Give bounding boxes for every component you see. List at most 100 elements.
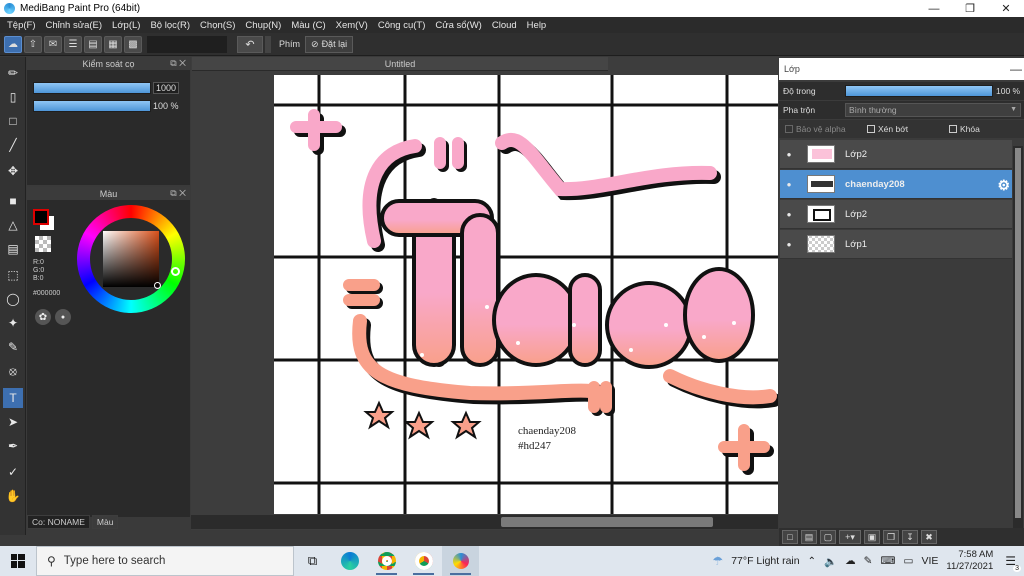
layer-opacity-slider[interactable]: [845, 85, 993, 97]
menu-help[interactable]: Help: [522, 20, 552, 31]
page-icon[interactable]: ▤: [84, 35, 102, 53]
gradient-tool-icon[interactable]: ▤: [3, 239, 23, 259]
tab-brush[interactable]: Co: NONAME: [27, 515, 90, 529]
language-indicator[interactable]: VIE: [921, 555, 938, 567]
layer-item[interactable]: ● Lớp1: [780, 230, 1012, 259]
panel-minimize-icon[interactable]: —: [1010, 62, 1022, 76]
eyedropper-tool-icon[interactable]: ✓: [3, 462, 23, 482]
text-tool-icon[interactable]: T: [3, 388, 23, 408]
layout-icon[interactable]: ▩: [124, 35, 142, 53]
chevron-up-icon[interactable]: ⌃: [808, 556, 816, 567]
menu-view[interactable]: Xem(V): [331, 20, 373, 31]
layer-panel-scrollbar[interactable]: [1013, 146, 1023, 530]
gear-icon[interactable]: ⚙: [997, 177, 1010, 194]
windows-start-icon[interactable]: [0, 546, 36, 576]
menu-select[interactable]: Chọn(S): [195, 20, 240, 31]
weather-icon[interactable]: ☂: [712, 554, 723, 568]
delete-layer-icon[interactable]: ✖: [921, 530, 937, 544]
magic-wand-tool-icon[interactable]: ✦: [3, 313, 23, 333]
brush-opacity-slider[interactable]: [33, 100, 151, 112]
menu-cloud[interactable]: Cloud: [487, 20, 522, 31]
move-tool-icon[interactable]: ✥: [3, 161, 23, 181]
menu-color[interactable]: Màu (C): [286, 20, 330, 31]
canvas-horizontal-scrollbar[interactable]: [191, 515, 778, 529]
eraser-tool-icon[interactable]: ▯: [3, 87, 23, 107]
minimize-icon[interactable]: —: [916, 0, 952, 17]
menu-filter[interactable]: Bộ lọc(R): [145, 20, 195, 31]
touch-keyboard-icon[interactable]: ⌨: [880, 555, 895, 567]
hand-tool-icon[interactable]: ✋: [3, 486, 23, 506]
brush-size-slider[interactable]: [33, 82, 151, 94]
weather-text[interactable]: 77°F Light rain: [731, 555, 799, 567]
close-icon[interactable]: ✕: [988, 0, 1024, 17]
lock-checkbox[interactable]: Khóa: [949, 124, 980, 134]
panel-popout-close-icon[interactable]: ⧉ ✕: [170, 188, 186, 199]
taskbar-clock[interactable]: 7:58 AM 11/27/2021: [946, 549, 993, 573]
folder-icon[interactable]: ▣: [864, 530, 880, 544]
select-pen-tool-icon[interactable]: ✎: [3, 337, 23, 357]
blend-mode-select[interactable]: Bình thường ▼: [845, 103, 1021, 117]
transparent-swatch[interactable]: [35, 236, 51, 252]
hue-wheel[interactable]: [77, 205, 185, 313]
chat-icon[interactable]: ☰: [64, 35, 82, 53]
chrome-icon-2[interactable]: [405, 546, 442, 576]
tab-color[interactable]: Màu: [91, 515, 119, 529]
bucket-tool-icon[interactable]: △: [3, 215, 23, 235]
add-layer-menu-icon[interactable]: +▾: [839, 530, 861, 544]
display-icon[interactable]: ▭: [904, 555, 914, 567]
duplicate-layer-icon[interactable]: ❐: [883, 530, 899, 544]
line-tool-icon[interactable]: ╱: [3, 135, 23, 155]
clipping-checkbox[interactable]: Xén bớt: [867, 124, 908, 134]
brush-tool-icon[interactable]: ✏: [3, 63, 23, 83]
share-icon[interactable]: ⇧: [24, 35, 42, 53]
hue-handle[interactable]: [171, 267, 180, 276]
primary-color-swatch-front[interactable]: [33, 209, 49, 225]
color-handle[interactable]: [154, 282, 161, 289]
layer-item[interactable]: ● Lớp2: [780, 140, 1012, 169]
cloud-sync-icon[interactable]: ☁: [845, 555, 856, 567]
menu-layer[interactable]: Lớp(L): [107, 20, 145, 31]
menu-file[interactable]: Tệp(F): [2, 20, 41, 31]
new-layer-icon[interactable]: □: [782, 530, 798, 544]
chrome-icon[interactable]: [368, 546, 405, 576]
new-8bit-layer-icon[interactable]: ▢: [820, 530, 836, 544]
panel-popout-close-icon[interactable]: ⧉ ✕: [170, 58, 186, 69]
tab-document[interactable]: Untitled: [192, 57, 608, 71]
dropper-pen-tool-icon[interactable]: ✒: [3, 436, 23, 456]
operation-tool-icon[interactable]: ➤: [3, 412, 23, 432]
layer-item[interactable]: ● Lớp2: [780, 200, 1012, 229]
select-eraser-tool-icon[interactable]: ⦻: [3, 361, 23, 381]
merge-down-icon[interactable]: ↧: [902, 530, 918, 544]
reset-button[interactable]: ⊘ Đặt lại: [305, 35, 354, 53]
task-view-icon[interactable]: ⧉: [294, 546, 331, 576]
comment-icon[interactable]: ✉: [44, 35, 62, 53]
brush-size-value[interactable]: 1000: [153, 82, 180, 94]
lasso-tool-icon[interactable]: ◯: [3, 289, 23, 309]
scrollbar-thumb[interactable]: [501, 517, 713, 527]
visibility-icon[interactable]: ●: [783, 180, 795, 189]
menu-window[interactable]: Cửa sổ(W): [430, 20, 486, 31]
scrollbar-thumb[interactable]: [1015, 148, 1021, 518]
cloud-icon[interactable]: ☁: [4, 35, 22, 53]
pen-icon[interactable]: ✎: [864, 555, 873, 567]
menu-capture[interactable]: Chụp(N): [240, 20, 286, 31]
taskbar-search-box[interactable]: ⚲ Type here to search: [36, 546, 294, 576]
undo-icon[interactable]: ↶: [237, 35, 263, 53]
notification-icon[interactable]: ☰ 3: [1005, 554, 1021, 572]
new-halftone-layer-icon[interactable]: ▤: [801, 530, 817, 544]
volume-icon[interactable]: 🔈: [824, 555, 837, 568]
protect-alpha-checkbox[interactable]: Bảo vệ alpha: [785, 124, 846, 134]
visibility-icon[interactable]: ●: [783, 150, 795, 159]
select-rect-tool-icon[interactable]: ⬚: [3, 265, 23, 285]
menu-edit[interactable]: Chỉnh sửa(E): [41, 20, 108, 31]
visibility-icon[interactable]: ●: [783, 240, 795, 249]
color-settings-icon[interactable]: ●: [55, 309, 71, 325]
restore-icon[interactable]: ❐: [952, 0, 988, 17]
saturation-value-square[interactable]: [103, 231, 159, 287]
rectangle-tool-icon[interactable]: □: [3, 111, 23, 131]
layer-item-selected[interactable]: ● chaenday208 ⚙: [780, 170, 1012, 199]
drawing-canvas[interactable]: chaenday208 #hd247: [274, 75, 778, 514]
visibility-icon[interactable]: ●: [783, 210, 795, 219]
fill-rect-tool-icon[interactable]: ■: [3, 191, 23, 211]
edge-browser-icon[interactable]: [331, 546, 368, 576]
